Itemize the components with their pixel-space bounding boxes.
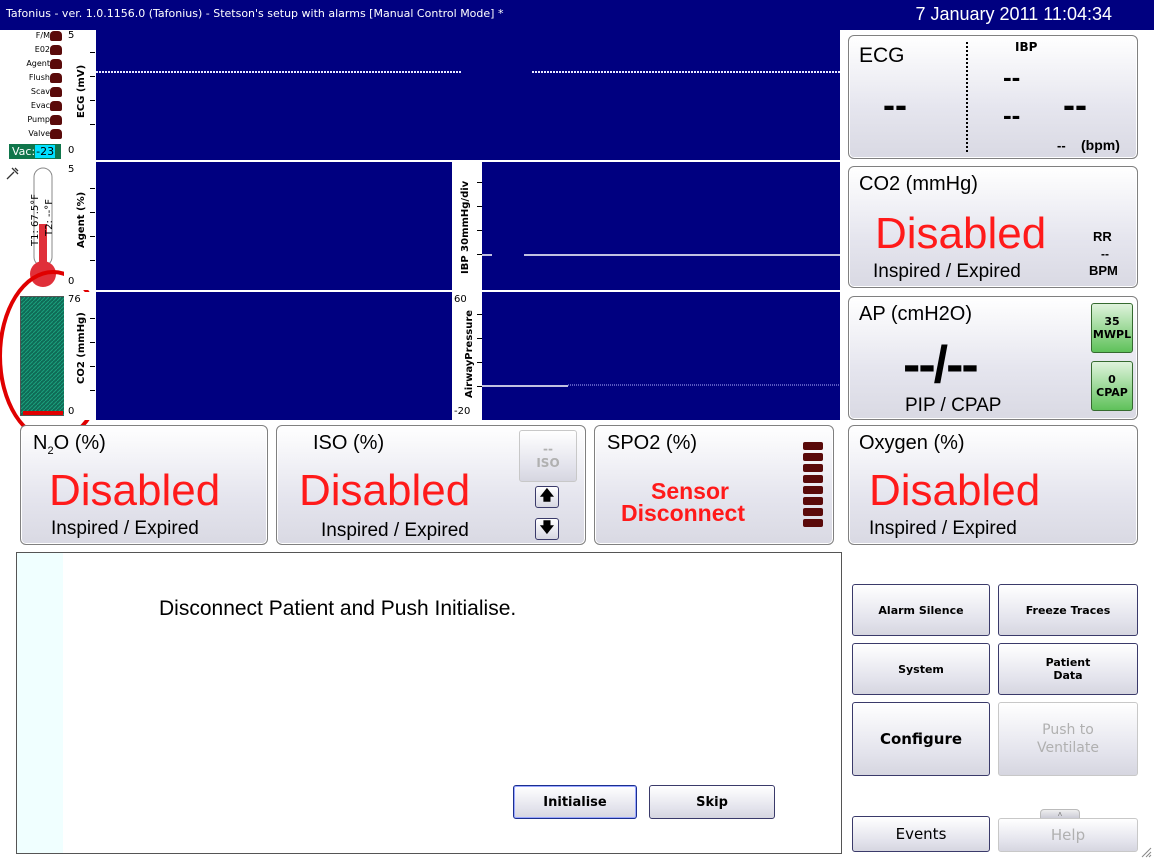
date-time: 7 January 2011 11:04:34	[915, 4, 1113, 24]
oxygen-value: Disabled	[869, 466, 1041, 515]
mwpl-button[interactable]: 35 MWPL	[1091, 303, 1133, 353]
ibp-axis: IBP 30mmHg/div	[452, 162, 482, 290]
skip-button[interactable]: Skip	[649, 785, 775, 819]
status-flag: Scav	[14, 87, 62, 97]
status-flag: E02	[14, 45, 62, 55]
arrow-up-icon: 🡅	[539, 488, 555, 504]
ecg-ibp-panel[interactable]: ECG -- IBP -- -- -- -- (bpm)	[848, 35, 1138, 159]
patient-data-button[interactable]: Patient Data	[998, 643, 1138, 695]
co2-axis: 76 0 CO2 (mmHg)	[64, 292, 96, 420]
airway-pressure-panel[interactable]: AP (cmH2O) --/-- PIP / CPAP 35 MWPL 0 CP…	[848, 296, 1138, 420]
rr-unit: BPM	[1089, 263, 1118, 278]
spo2-signal-bar	[803, 442, 823, 532]
agent-trace-plot	[96, 162, 452, 290]
vacuum-readout: Vac:-23	[9, 144, 61, 159]
agent-axis: 5 0 Agent (%)	[64, 162, 96, 290]
ecg-value: --	[883, 84, 907, 125]
status-flag: Pump	[14, 115, 62, 125]
resize-grip-icon[interactable]	[1140, 845, 1152, 858]
co2-trace-plot	[96, 292, 452, 420]
led-indicator	[50, 115, 62, 125]
iso-title: ISO (%)	[313, 432, 385, 454]
ecg-axis: 5 0 ECG (mV)	[64, 30, 96, 160]
arrow-down-button[interactable]: 🡇	[535, 518, 559, 540]
spo2-status-line2: Disconnect	[621, 500, 745, 526]
n2o-title: N2O (%)	[33, 432, 106, 457]
help-button[interactable]: Help	[998, 818, 1138, 852]
oxygen-title: Oxygen (%)	[859, 432, 965, 454]
ibp-title: IBP	[1015, 40, 1038, 54]
ap-subtitle: PIP / CPAP	[905, 395, 1002, 416]
message-side-strip	[17, 553, 63, 853]
co2-panel[interactable]: CO2 (mmHg) Disabled Inspired / Expired R…	[848, 166, 1138, 288]
oxygen-subtitle: Inspired / Expired	[869, 518, 1017, 539]
ibp-mean: --	[1063, 84, 1087, 125]
events-button[interactable]: Events	[852, 816, 990, 852]
led-indicator	[50, 45, 62, 55]
status-flag: F/M	[14, 31, 62, 41]
airway-trace-plot	[482, 292, 840, 420]
led-indicator	[50, 129, 62, 139]
ibp-systolic: --	[1003, 62, 1021, 92]
led-indicator	[50, 101, 62, 111]
led-indicator	[50, 73, 62, 83]
system-button[interactable]: System	[852, 643, 990, 695]
spo2-title: SPO2 (%)	[607, 432, 698, 454]
ecg-trace-plot	[96, 30, 840, 160]
heart-rate-unit: (bpm)	[1081, 137, 1120, 153]
led-indicator	[50, 31, 62, 41]
ibp-diastolic: --	[1003, 100, 1021, 130]
n2o-panel[interactable]: N2O (%) Disabled Inspired / Expired	[20, 425, 268, 545]
n2o-subtitle: Inspired / Expired	[51, 518, 199, 539]
rr-value: --	[1101, 247, 1109, 261]
iso-vaporizer-button[interactable]: -- ISO	[519, 430, 577, 482]
status-flag: Flush	[14, 73, 62, 83]
configure-button[interactable]: Configure	[852, 702, 990, 776]
ap-title: AP (cmH2O)	[859, 303, 972, 325]
heart-rate-value: --	[1057, 138, 1066, 153]
status-flag: Evac	[14, 101, 62, 111]
rr-label: RR	[1093, 229, 1112, 244]
freeze-traces-button[interactable]: Freeze Traces	[998, 584, 1138, 636]
spo2-panel[interactable]: SPO2 (%) Sensor Disconnect	[594, 425, 834, 545]
iso-subtitle: Inspired / Expired	[321, 520, 469, 541]
n2o-value: Disabled	[49, 466, 221, 515]
ibp-trace-plot	[482, 162, 840, 290]
ecg-title: ECG	[859, 44, 905, 67]
iso-value: Disabled	[299, 466, 471, 515]
push-to-ventilate-button[interactable]: Push to Ventilate	[998, 702, 1138, 776]
co2-subtitle: Inspired / Expired	[873, 261, 1021, 282]
ap-value: --/--	[903, 336, 979, 394]
led-indicator	[50, 87, 62, 97]
iso-panel[interactable]: ISO (%) Disabled Inspired / Expired -- I…	[276, 425, 586, 545]
instruction-text: Disconnect Patient and Push Initialise.	[159, 597, 517, 620]
alarm-silence-button[interactable]: Alarm Silence	[852, 584, 990, 636]
cpap-button[interactable]: 0 CPAP	[1091, 361, 1133, 411]
oxygen-panel[interactable]: Oxygen (%) Disabled Inspired / Expired	[848, 425, 1138, 545]
initialise-button[interactable]: Initialise	[513, 785, 637, 819]
led-indicator	[50, 59, 62, 69]
panel-divider	[966, 42, 968, 152]
status-flag: Valve	[14, 129, 62, 139]
airway-axis: 60 -20 AirwayPressure	[452, 292, 482, 420]
arrow-down-icon: 🡇	[539, 520, 555, 536]
window-title: Tafonius - ver. 1.0.1156.0 (Tafonius) - …	[6, 7, 504, 20]
arrow-up-button[interactable]: 🡅	[535, 486, 559, 508]
message-panel: Disconnect Patient and Push Initialise. …	[16, 552, 842, 854]
co2-value: Disabled	[875, 209, 1047, 258]
title-bar: Tafonius - ver. 1.0.1156.0 (Tafonius) - …	[0, 0, 1154, 30]
co2-title: CO2 (mmHg)	[859, 173, 978, 195]
status-flag: Agent	[14, 59, 62, 69]
